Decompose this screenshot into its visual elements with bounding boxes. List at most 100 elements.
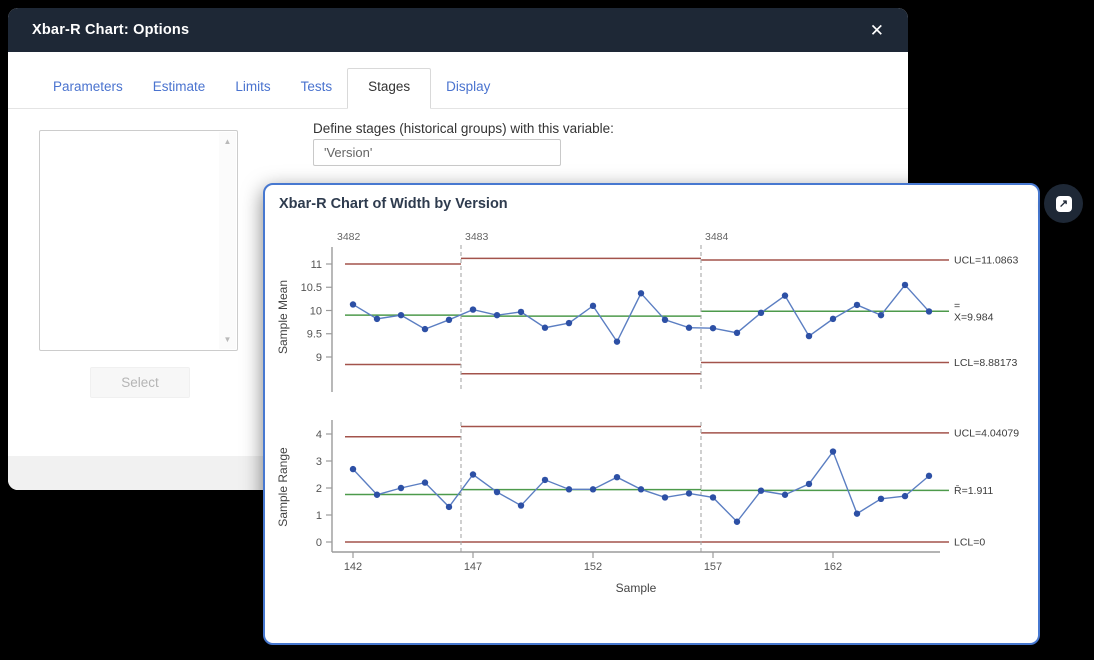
data-point <box>470 306 476 312</box>
data-point <box>470 471 476 477</box>
data-point <box>494 312 500 318</box>
data-point <box>566 486 572 492</box>
lcl-label: LCL=0 <box>954 537 985 549</box>
define-stages-label: Define stages (historical groups) with t… <box>313 121 614 136</box>
dialog-title: Xbar-R Chart: Options <box>32 22 189 38</box>
data-point <box>830 316 836 322</box>
data-point <box>878 312 884 318</box>
ucl-label: UCL=11.0863 <box>954 254 1018 266</box>
open-in-new-icon: ↗ <box>1056 196 1072 212</box>
y-tick-label: 2 <box>316 483 322 495</box>
data-point <box>422 326 428 332</box>
data-point <box>806 481 812 487</box>
data-point <box>590 486 596 492</box>
data-point <box>758 488 764 494</box>
stage-label: 3482 <box>337 231 361 243</box>
data-point <box>518 502 524 508</box>
center-label: R̄=1.911 <box>954 484 993 497</box>
x-axis-title: Sample <box>616 581 657 595</box>
data-point <box>710 494 716 500</box>
tab-tests[interactable]: Tests <box>286 69 348 108</box>
data-point <box>542 325 548 331</box>
data-point <box>854 510 860 516</box>
data-point <box>758 310 764 316</box>
data-point <box>398 312 404 318</box>
listbox-scrollbar[interactable]: ▲ ▼ <box>219 132 236 349</box>
lcl-label: LCL=8.88173 <box>954 357 1018 369</box>
scroll-down-icon[interactable]: ▼ <box>224 330 232 349</box>
data-point <box>422 479 428 485</box>
data-point <box>782 292 788 298</box>
ucl-label: UCL=4.04079 <box>954 427 1019 439</box>
data-point <box>734 330 740 336</box>
dialog-titlebar: Xbar-R Chart: Options ✕ <box>8 8 908 52</box>
data-point <box>926 473 932 479</box>
screen: Xbar-R Chart: Options ✕ Parameters Estim… <box>0 0 1094 660</box>
tab-estimate[interactable]: Estimate <box>138 69 221 108</box>
y-tick-label: 0 <box>316 537 322 549</box>
data-point <box>446 504 452 510</box>
data-point <box>830 448 836 454</box>
data-point <box>854 302 860 308</box>
y-tick-label: 1 <box>316 510 322 522</box>
data-point <box>518 309 524 315</box>
y-tick-label: 10.5 <box>301 282 322 294</box>
data-point <box>638 290 644 296</box>
data-point <box>566 320 572 326</box>
data-point <box>350 466 356 472</box>
x-tick-label: 152 <box>584 561 602 573</box>
stage-variable-input[interactable] <box>313 139 561 166</box>
chart-window-title: Xbar-R Chart of Width by Version <box>279 196 508 212</box>
data-point <box>542 477 548 483</box>
y-tick-label: 9.5 <box>307 329 322 341</box>
y-tick-label: 9 <box>316 352 322 364</box>
variables-listbox[interactable]: ▲ ▼ <box>39 130 238 351</box>
stage-label: 3484 <box>705 231 729 243</box>
data-point <box>590 303 596 309</box>
data-point <box>374 316 380 322</box>
data-point <box>686 490 692 496</box>
data-point <box>686 325 692 331</box>
x-tick-label: 157 <box>704 561 722 573</box>
data-point <box>710 325 716 331</box>
scroll-up-icon[interactable]: ▲ <box>224 132 232 151</box>
data-point <box>374 492 380 498</box>
center-label: = <box>954 300 960 312</box>
x-tick-label: 142 <box>344 561 362 573</box>
y-tick-label: 3 <box>316 456 322 468</box>
data-point <box>398 485 404 491</box>
y-axis-title: Sample Range <box>276 447 290 527</box>
x-tick-label: 162 <box>824 561 842 573</box>
data-point <box>446 317 452 323</box>
data-point <box>614 338 620 344</box>
data-point <box>806 333 812 339</box>
xbar-r-chart: 9 9.5 1 0 10.5 11 Sample Mean 3482 3483 3484 UCL=1… <box>265 185 1037 642</box>
tab-parameters[interactable]: Parameters <box>38 69 138 108</box>
tab-bar: Parameters Estimate Limits Tests Stages … <box>8 52 908 109</box>
data-point <box>638 486 644 492</box>
y-tick-label: 4 <box>316 429 322 441</box>
data-point <box>662 494 668 500</box>
stage-label: 3483 <box>465 231 489 243</box>
tab-display[interactable]: Display <box>431 69 505 108</box>
open-in-new-button[interactable]: ↗ <box>1044 184 1083 223</box>
tab-stages[interactable]: Stages <box>347 68 431 109</box>
chart-window: Xbar-R Chart of Width by Version 9 9.5 1 0 1… <box>263 183 1040 645</box>
data-point <box>494 489 500 495</box>
tab-limits[interactable]: Limits <box>220 69 285 108</box>
y-axis-title: Sample Mean <box>276 280 290 354</box>
x-tick-label: 147 <box>464 561 482 573</box>
data-point <box>878 496 884 502</box>
select-button[interactable]: Select <box>90 367 190 398</box>
data-point <box>662 317 668 323</box>
data-point <box>902 493 908 499</box>
data-point <box>614 474 620 480</box>
data-point <box>782 492 788 498</box>
y-tick-label: 11 <box>311 259 322 271</box>
close-icon[interactable]: ✕ <box>864 18 890 43</box>
data-point <box>350 301 356 307</box>
data-point <box>902 282 908 288</box>
data-point <box>926 308 932 314</box>
center-label: X=9.984 <box>954 312 994 324</box>
data-point <box>734 519 740 525</box>
